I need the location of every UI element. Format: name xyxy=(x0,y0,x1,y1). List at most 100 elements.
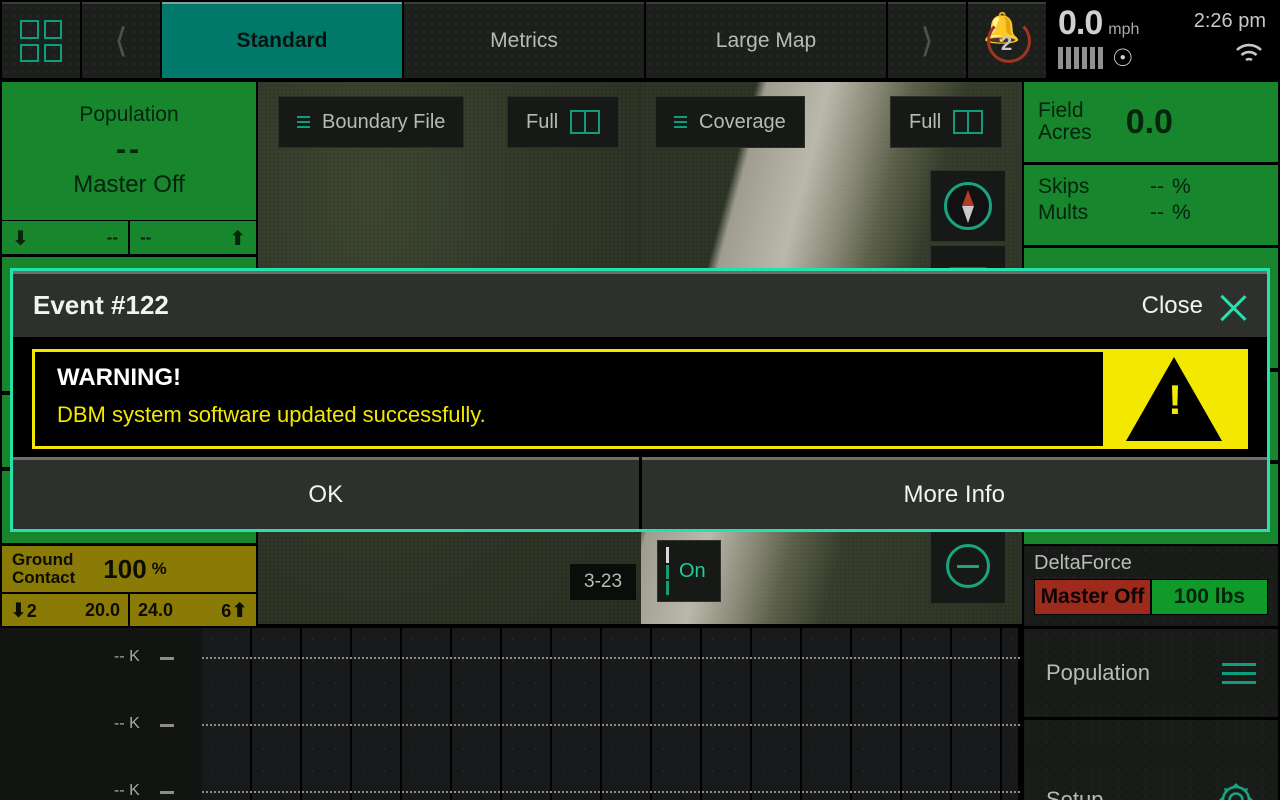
ground-contact-footer: ⬇2 20.0 24.0 6⬆ xyxy=(2,594,256,626)
coverage-label: Coverage xyxy=(699,110,786,133)
skips-value: -- xyxy=(1150,175,1164,198)
field-acres-label: Field Acres xyxy=(1038,98,1092,144)
zoom-out-icon xyxy=(946,544,990,588)
y-tick-label: -- K xyxy=(114,715,140,732)
satellite-icon: ☉ xyxy=(1112,44,1134,72)
gear-icon xyxy=(1216,780,1256,800)
population-chart[interactable]: -- K -- K -- K xyxy=(0,628,1020,800)
population-down-value: -- xyxy=(106,227,118,247)
skips-unit: % xyxy=(1172,175,1191,198)
grid-icon xyxy=(20,20,62,62)
population-status: Master Off xyxy=(73,171,185,198)
chart-plot-area[interactable] xyxy=(202,628,1020,800)
mults-unit: % xyxy=(1172,201,1191,224)
dialog-close-label: Close xyxy=(1141,291,1203,319)
mults-value: -- xyxy=(1150,201,1164,224)
row-number-label: 3-23 xyxy=(570,564,637,600)
population-menu-row[interactable]: Population xyxy=(1024,629,1278,717)
chart-gridline xyxy=(202,791,1020,793)
y-tick-label: -- K xyxy=(114,648,140,665)
population-up-value: -- xyxy=(140,227,152,247)
chart-column xyxy=(352,628,402,800)
deltaforce-master-status[interactable]: Master Off xyxy=(1034,579,1151,615)
tab-large-map-label: Large Map xyxy=(715,29,817,52)
population-decrease[interactable]: ⬇ -- xyxy=(2,221,130,254)
alerts-button[interactable]: 🔔 2 xyxy=(968,2,1046,78)
gc-down-count: 2 xyxy=(26,601,37,621)
y-tick-label: -- K xyxy=(114,782,140,799)
speed-readout: 0.0 mph ☉ xyxy=(1058,4,1140,72)
tab-standard-label: Standard xyxy=(236,29,328,52)
deltaforce-setting[interactable]: 100 lbs xyxy=(1151,579,1268,615)
tab-large-map[interactable]: Large Map xyxy=(646,2,886,78)
gc-up-count: 6 xyxy=(221,601,232,621)
chevron-right-icon: ⟩ xyxy=(920,21,934,61)
chart-column xyxy=(652,628,702,800)
section-toggle-button[interactable]: On xyxy=(657,540,721,602)
population-footer: ⬇ -- -- ⬆ xyxy=(2,221,256,254)
wifi-icon xyxy=(1234,42,1264,71)
compass-button[interactable] xyxy=(930,170,1006,242)
deltaforce-panel[interactable]: DeltaForce Master Off 100 lbs xyxy=(1024,546,1278,626)
coverage-view-button[interactable]: Full xyxy=(890,96,1003,148)
ground-contact-panel[interactable]: Ground Contact 100 % xyxy=(2,546,256,592)
tab-metrics[interactable]: Metrics xyxy=(404,2,644,78)
clock: 2:26 pm xyxy=(1193,10,1266,32)
chart-column xyxy=(602,628,652,800)
skips-row: Skips -- % xyxy=(1038,175,1264,199)
ok-button[interactable]: OK xyxy=(13,457,639,529)
dialog-close-button[interactable]: Close xyxy=(1142,291,1247,321)
next-page-button[interactable]: ⟩ xyxy=(888,2,966,78)
ground-contact-decrease[interactable]: ⬇2 20.0 xyxy=(2,594,130,626)
chart-column xyxy=(202,628,252,800)
coverage-button[interactable]: Coverage xyxy=(655,96,805,148)
setup-row[interactable]: Setup xyxy=(1024,720,1278,800)
machine-display-screen: ⟨ Standard Metrics Large Map ⟩ 🔔 2 0.0 m… xyxy=(0,0,1280,800)
tab-standard[interactable]: Standard xyxy=(162,2,402,78)
boundary-view-button[interactable]: Full xyxy=(507,96,620,148)
population-panel[interactable]: Population -- Master Off xyxy=(2,82,256,220)
population-increase[interactable]: -- ⬆ xyxy=(130,221,256,254)
y-tick-dash xyxy=(160,724,174,727)
zoom-out-button[interactable] xyxy=(930,528,1006,604)
population-menu-label: Population xyxy=(1046,660,1150,685)
gc-down-value: 20.0 xyxy=(84,599,120,620)
speed-value: 0.0 xyxy=(1058,4,1103,42)
warning-heading: WARNING! xyxy=(57,363,181,391)
section-toggle-label: On xyxy=(679,559,706,582)
ground-contact-increase[interactable]: 24.0 6⬆ xyxy=(130,594,256,626)
chart-column xyxy=(752,628,802,800)
mults-row: Mults -- % xyxy=(1038,201,1264,225)
bell-icon: 🔔 2 xyxy=(979,13,1035,69)
chart-column xyxy=(402,628,452,800)
population-value: -- xyxy=(116,133,142,166)
skips-label: Skips xyxy=(1038,175,1090,198)
warning-box: WARNING! DBM system software updated suc… xyxy=(32,348,1248,449)
home-button[interactable] xyxy=(2,2,80,78)
speed-unit: mph xyxy=(1108,21,1140,38)
alert-count: 2 xyxy=(1001,33,1013,55)
field-acres-panel[interactable]: Field Acres 0.0 xyxy=(1024,82,1278,162)
boundary-view-label: Full xyxy=(526,110,559,133)
chart-column xyxy=(502,628,552,800)
ground-contact-unit: % xyxy=(151,559,167,578)
dialog-title: Event #122 xyxy=(33,290,169,320)
population-title: Population xyxy=(79,103,179,126)
deltaforce-title: DeltaForce xyxy=(1034,552,1132,574)
chart-y-axis: -- K -- K -- K xyxy=(0,628,202,800)
chart-column xyxy=(1002,628,1020,800)
more-info-button[interactable]: More Info xyxy=(641,457,1267,529)
gc-up-value: 24.0 xyxy=(138,599,174,620)
mults-label: Mults xyxy=(1038,201,1089,224)
y-tick-dash xyxy=(160,657,174,660)
skips-mults-panel[interactable]: Skips -- % Mults -- % xyxy=(1024,165,1278,245)
arrow-up-icon: ⬆ xyxy=(229,225,246,250)
chart-column xyxy=(802,628,852,800)
boundary-file-button[interactable]: Boundary File xyxy=(278,96,465,148)
top-navigation-bar: ⟨ Standard Metrics Large Map ⟩ 🔔 2 0.0 m… xyxy=(0,0,1280,80)
rows-icon xyxy=(666,547,669,595)
chart-column xyxy=(852,628,902,800)
prev-page-button[interactable]: ⟨ xyxy=(82,2,160,78)
warning-text: WARNING! DBM system software updated suc… xyxy=(35,352,1103,446)
dialog-header: Event #122 Close xyxy=(13,271,1267,337)
